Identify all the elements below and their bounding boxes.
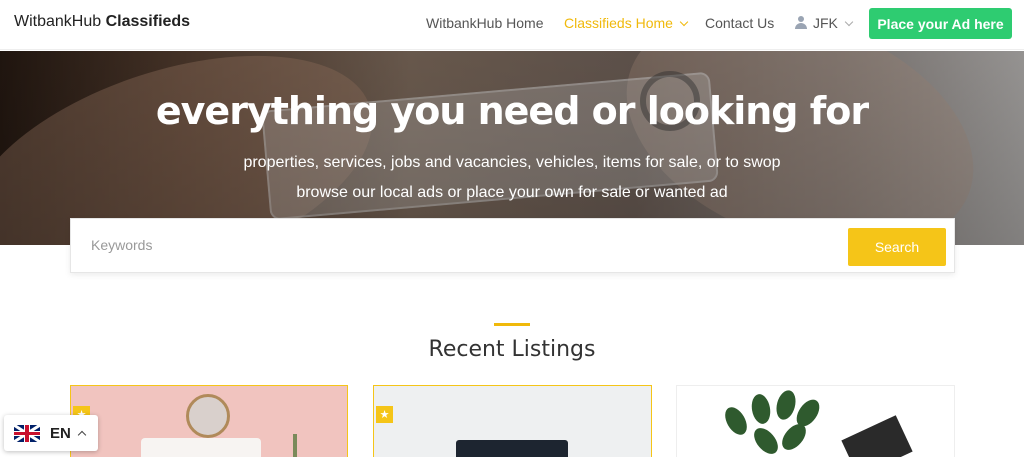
nav-witbankhub-home[interactable]: WitbankHub Home	[426, 15, 544, 31]
search-bar: Search	[70, 218, 955, 273]
site-logo[interactable]: WitbankHub Classifieds	[14, 13, 190, 31]
search-input[interactable]	[91, 237, 791, 253]
hero-banner: everything you need or looking for prope…	[0, 51, 1024, 245]
listing-card[interactable]	[676, 385, 955, 457]
place-ad-button[interactable]: Place your Ad here	[869, 8, 1012, 39]
listing-card[interactable]: ★	[373, 385, 652, 457]
chevron-down-icon	[679, 17, 689, 27]
hero-subtitle-2: browse our local ads or place your own f…	[296, 184, 728, 201]
top-navbar: WitbankHub Classifieds WitbankHub Home C…	[0, 0, 1024, 50]
search-button[interactable]: Search	[848, 228, 946, 266]
language-code: EN	[50, 424, 71, 442]
language-switcher[interactable]: EN	[4, 415, 98, 451]
section-title: Recent Listings	[428, 337, 596, 362]
user-icon	[795, 16, 807, 29]
section-accent-line	[494, 323, 530, 326]
uk-flag-icon	[14, 424, 40, 442]
featured-star-icon: ★	[376, 406, 393, 423]
chevron-up-icon	[77, 430, 87, 440]
nav-contact-us[interactable]: Contact Us	[705, 15, 774, 31]
user-menu[interactable]: JFK	[795, 15, 854, 31]
hero-title: everything you need or looking for	[155, 89, 869, 133]
chevron-down-icon	[844, 17, 854, 27]
nav-classifieds-home[interactable]: Classifieds Home	[564, 15, 689, 31]
listing-card[interactable]: ★	[70, 385, 348, 457]
hero-subtitle-1: properties, services, jobs and vacancies…	[243, 154, 781, 171]
